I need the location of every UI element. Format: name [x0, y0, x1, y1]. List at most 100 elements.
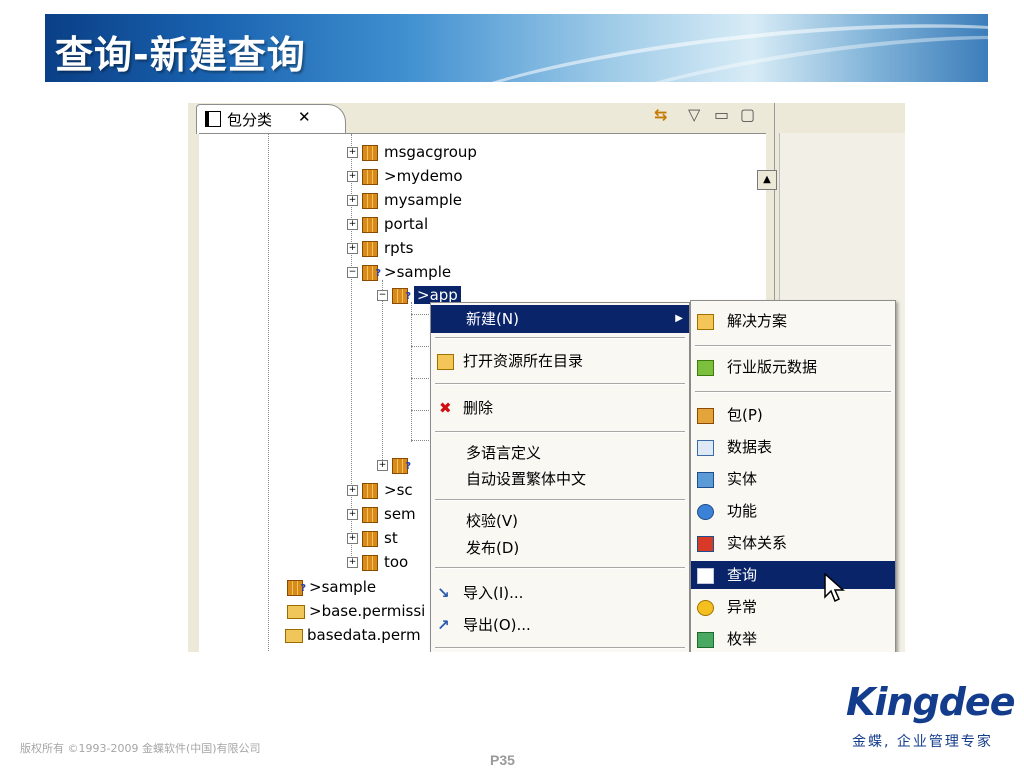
submenu-item-industry-metadata[interactable]: 行业版元数据	[691, 353, 895, 381]
submenu-item-solution[interactable]: 解决方案	[691, 307, 895, 335]
menu-item-label: 打开资源所在目录	[463, 352, 584, 370]
tree-item[interactable]: + >mydemo	[347, 165, 463, 187]
submenu-item-package[interactable]: 包(P)	[691, 401, 895, 429]
expand-icon[interactable]: +	[347, 171, 358, 182]
menu-separator	[435, 647, 685, 649]
menu-separator	[435, 567, 685, 569]
tree-item-label: portal	[384, 215, 429, 233]
package-unsaved-icon	[392, 286, 411, 308]
menu-item-label: 自动设置繁体中文	[466, 470, 587, 488]
expand-icon[interactable]: +	[347, 147, 358, 158]
expand-icon[interactable]: +	[347, 509, 358, 520]
expand-icon[interactable]: +	[347, 219, 358, 230]
tree-item[interactable]: +	[377, 454, 414, 478]
eclipse-screenshot: 包分类 ✕ ⇆ ▽ ▭ ▢ ▲ + msgacgroup + >mydemo + my…	[188, 103, 905, 652]
scroll-up-button[interactable]: ▲	[757, 170, 777, 190]
tree-item-label: basedata.perm	[307, 626, 421, 644]
folder-open-icon	[437, 354, 454, 370]
package-unsaved-icon	[287, 578, 306, 600]
view-menu-icon[interactable]: ▽	[688, 105, 700, 124]
menu-item-label: 多语言定义	[466, 444, 542, 462]
menu-item-publish[interactable]: 发布(D)	[431, 534, 689, 562]
package-icon	[362, 216, 378, 233]
delete-icon: ✖	[439, 399, 452, 417]
menu-separator	[435, 431, 685, 433]
copyright-text: 版权所有 ©1993-2009 金蝶软件(中国)有限公司	[20, 742, 261, 755]
menu-item-validate[interactable]: 校验(V)	[431, 507, 689, 535]
view-icon	[205, 111, 221, 127]
submenu-item-exception[interactable]: 异常	[691, 593, 895, 621]
tree-item-label: st	[384, 529, 398, 547]
folder-package-icon	[285, 628, 303, 643]
maximize-icon[interactable]: ▢	[740, 105, 755, 124]
expand-icon[interactable]: +	[347, 557, 358, 568]
entity-icon	[697, 472, 714, 488]
tree-guide	[411, 410, 429, 411]
tree-item[interactable]: >sample	[287, 576, 377, 600]
tree-item-label: >base.permissi	[309, 602, 426, 620]
query-icon	[697, 568, 714, 584]
tree-item[interactable]: + >sc	[347, 479, 413, 501]
expand-icon[interactable]: +	[347, 485, 358, 496]
enum-icon	[697, 632, 714, 648]
tree-item-label: >mydemo	[384, 167, 463, 185]
tab-label: 包分类	[227, 111, 273, 129]
submenu-item-datatable[interactable]: 数据表	[691, 433, 895, 461]
context-menu: 新建(N) ▶ 打开资源所在目录 ✖ 删除 多语言定义 自动设置繁体中文 校验(…	[430, 302, 690, 652]
tree-item[interactable]: + rpts	[347, 237, 413, 259]
tree-item[interactable]: + msgacgroup	[347, 141, 477, 163]
submenu-item-entity-relation[interactable]: 实体关系	[691, 529, 895, 557]
expand-icon[interactable]: +	[347, 243, 358, 254]
menu-item-export[interactable]: ↗ 导出(O)...	[431, 611, 689, 639]
menu-item-open-directory[interactable]: 打开资源所在目录	[431, 347, 689, 375]
submenu-item-entity[interactable]: 实体	[691, 465, 895, 493]
menu-item-auto-traditional[interactable]: 自动设置繁体中文	[431, 465, 689, 493]
package-icon	[697, 408, 714, 424]
folder-package-icon	[287, 604, 305, 619]
menu-item-label: 行业版元数据	[727, 358, 818, 376]
tree-item-label: rpts	[384, 239, 414, 257]
sync-icon[interactable]: ⇆	[654, 105, 667, 124]
tree-item-label: msgacgroup	[384, 143, 477, 161]
tab-package-category[interactable]: 包分类 ✕	[196, 104, 346, 134]
tree-item[interactable]: − >sample	[347, 261, 452, 285]
submenu-item-function[interactable]: 功能	[691, 497, 895, 525]
package-unsaved-icon	[392, 456, 411, 478]
entity-relation-icon	[697, 536, 714, 552]
package-icon	[362, 144, 378, 161]
menu-item-import[interactable]: ↘ 导入(I)...	[431, 579, 689, 607]
menu-item-multilanguage[interactable]: 多语言定义	[431, 439, 689, 467]
tree-item[interactable]: + mysample	[347, 189, 462, 211]
submenu-item-enum[interactable]: 枚举	[691, 625, 895, 652]
tree-item[interactable]: basedata.perm	[285, 624, 421, 646]
minimize-icon[interactable]: ▭	[714, 105, 729, 124]
package-icon	[362, 530, 378, 547]
package-icon	[362, 168, 378, 185]
tree-item[interactable]: + sem	[347, 503, 416, 525]
menu-item-new[interactable]: 新建(N) ▶	[431, 305, 689, 333]
submenu-item-query[interactable]: 查询	[691, 561, 895, 589]
package-icon	[362, 482, 378, 499]
collapse-icon[interactable]: −	[377, 290, 388, 301]
mouse-cursor-icon	[824, 573, 845, 603]
expand-icon[interactable]: +	[377, 460, 388, 471]
industry-metadata-icon	[697, 360, 714, 376]
tree-item-label: >sample	[384, 263, 452, 281]
menu-item-label: 数据表	[727, 438, 773, 456]
menu-separator	[695, 345, 891, 347]
tree-item[interactable]: >base.permissi	[287, 600, 425, 622]
package-icon	[362, 554, 378, 571]
tree-item-label: >sample	[309, 578, 377, 596]
tree-item[interactable]: + too	[347, 551, 408, 573]
close-icon[interactable]: ✕	[298, 108, 311, 126]
expand-icon[interactable]: +	[347, 533, 358, 544]
slogan: 金蝶, 企业管理专家	[852, 734, 993, 750]
export-icon: ↗	[437, 616, 450, 634]
tree-item-label: too	[384, 553, 409, 571]
menu-item-delete[interactable]: ✖ 删除	[431, 394, 689, 422]
tree-item[interactable]: + st	[347, 527, 398, 549]
tree-item[interactable]: + portal	[347, 213, 428, 235]
expand-icon[interactable]: +	[347, 195, 358, 206]
package-unsaved-icon	[362, 263, 381, 285]
collapse-icon[interactable]: −	[347, 267, 358, 278]
